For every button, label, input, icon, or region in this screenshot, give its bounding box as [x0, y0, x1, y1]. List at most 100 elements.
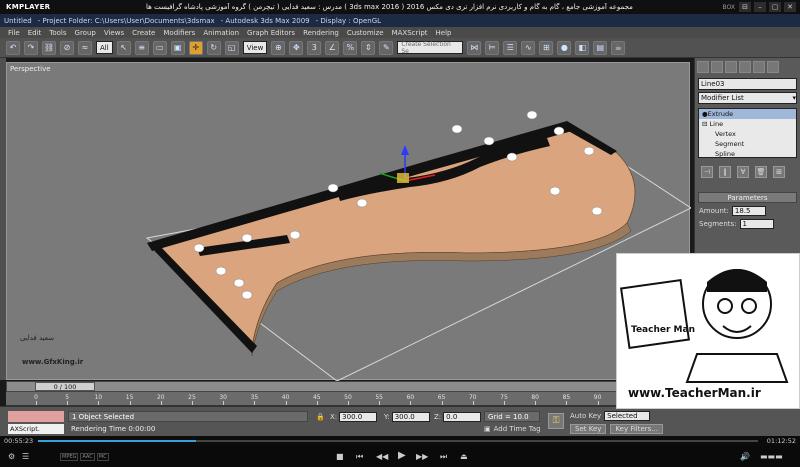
time-slider-handle[interactable]: 0 / 100 — [35, 382, 95, 391]
column[interactable] — [241, 290, 253, 300]
bind-space-warp-icon[interactable]: ≈ — [78, 40, 92, 55]
playlist-icon[interactable]: ☰ — [22, 452, 29, 461]
volume-icon[interactable]: 🔊 — [740, 452, 750, 461]
column[interactable] — [289, 230, 301, 240]
maxscript-mini-listener[interactable]: AXScript. — [8, 424, 64, 434]
spinner-snap-icon[interactable]: ⇕ — [361, 40, 376, 55]
hierarchy-tab-icon[interactable] — [725, 61, 737, 73]
select-manipulate-icon[interactable]: ✥ — [289, 40, 304, 55]
stack-item-extrude[interactable]: ● Extrude — [699, 109, 796, 119]
column[interactable] — [506, 152, 518, 162]
redo-icon[interactable]: ↷ — [24, 40, 38, 55]
unlink-icon[interactable]: ⊘ — [60, 40, 74, 55]
menu-modifiers[interactable]: Modifiers — [163, 29, 195, 37]
motion-tab-icon[interactable] — [739, 61, 751, 73]
collapse-icon[interactable]: ⊟ — [702, 120, 707, 128]
menu-views[interactable]: Views — [104, 29, 124, 37]
menu-customize[interactable]: Customize — [347, 29, 384, 37]
modifier-list-dropdown[interactable]: Modifier List ▾ — [698, 92, 797, 104]
scene-canvas[interactable] — [7, 63, 691, 381]
column[interactable] — [483, 136, 495, 146]
perspective-viewport[interactable]: Perspective — [6, 62, 691, 381]
lock-selection[interactable]: 🔒 — [316, 411, 325, 422]
stack-item-spline[interactable]: Spline — [699, 149, 796, 159]
column[interactable] — [553, 126, 565, 136]
set-key-icon[interactable]: ⚿ — [548, 413, 564, 429]
rewind-icon[interactable]: ◀◀ — [376, 452, 388, 461]
column[interactable] — [451, 124, 463, 134]
modify-tab-icon[interactable] — [711, 61, 723, 73]
close-icon[interactable]: ✕ — [784, 2, 796, 12]
curve-editor-icon[interactable]: ∿ — [521, 40, 536, 55]
make-unique-icon[interactable]: ∀ — [737, 166, 749, 178]
menu-group[interactable]: Group — [75, 29, 96, 37]
segments-spinner[interactable]: 1 — [739, 219, 774, 229]
named-selection-set-input[interactable]: Create Selection Se — [397, 41, 464, 55]
key-mode-dropdown[interactable]: Selected — [604, 411, 651, 421]
render-setup-icon[interactable]: ◧ — [575, 40, 590, 55]
lock-icon[interactable]: 🔒 — [316, 413, 325, 421]
mirror-icon[interactable]: ⋈ — [467, 40, 482, 55]
column[interactable] — [327, 183, 339, 193]
menu-create[interactable]: Create — [132, 29, 155, 37]
column[interactable] — [356, 198, 368, 208]
column[interactable] — [193, 243, 205, 253]
add-time-tag[interactable]: ▣ Add Time Tag — [484, 424, 541, 434]
layer-manager-icon[interactable]: ☰ — [503, 40, 518, 55]
previous-icon[interactable]: ⏮ — [356, 452, 363, 462]
x-coord-field[interactable]: 300.0 — [339, 411, 378, 422]
snap-toggle-icon[interactable]: 3 — [307, 40, 322, 55]
z-coord-field[interactable]: 0.0 — [443, 411, 482, 422]
percent-snap-icon[interactable]: % — [343, 40, 358, 55]
select-by-name-icon[interactable]: ≡ — [134, 40, 149, 55]
settings-icon[interactable]: ⚙ — [8, 452, 15, 461]
remove-modifier-icon[interactable]: 🗑 — [755, 166, 767, 178]
pin-icon[interactable]: ⊟ — [739, 2, 751, 12]
configure-modifier-sets-icon[interactable]: ⊞ — [773, 166, 785, 178]
box-label[interactable]: BOX — [723, 4, 739, 11]
menu-animation[interactable]: Animation — [203, 29, 239, 37]
menu-tools[interactable]: Tools — [49, 29, 66, 37]
create-tab-icon[interactable] — [697, 61, 709, 73]
volume-slider[interactable]: ▬▬▬ — [760, 452, 783, 461]
minimize-icon[interactable]: – — [754, 2, 766, 12]
schematic-view-icon[interactable]: ⊞ — [539, 40, 554, 55]
stack-item-line[interactable]: ⊟ Line — [699, 119, 796, 129]
menu-rendering[interactable]: Rendering — [303, 29, 339, 37]
extruded-floor[interactable] — [156, 122, 636, 349]
move-icon[interactable]: ✛ — [188, 40, 203, 55]
eject-icon[interactable]: ⏏ — [460, 452, 468, 461]
stack-item-segment[interactable]: Segment — [699, 139, 796, 149]
viewport-label[interactable]: Perspective — [10, 65, 51, 73]
quick-render-icon[interactable]: ☕ — [611, 40, 626, 55]
maxscript-listener-input[interactable] — [8, 411, 64, 422]
forward-icon[interactable]: ▶▶ — [416, 452, 428, 461]
parameters-rollout[interactable]: Parameters — [698, 192, 797, 203]
column[interactable] — [215, 266, 227, 276]
seek-bar[interactable] — [38, 440, 758, 442]
y-coord-field[interactable]: 300.0 — [391, 411, 430, 422]
menu-edit[interactable]: Edit — [28, 29, 42, 37]
time-slider[interactable]: 0 / 100 — [6, 381, 690, 392]
utilities-tab-icon[interactable] — [767, 61, 779, 73]
edit-named-selection-icon[interactable]: ✎ — [379, 40, 394, 55]
play-icon[interactable]: ▶ — [398, 450, 406, 461]
display-tab-icon[interactable] — [753, 61, 765, 73]
kmplayer-logo[interactable]: KMPLAYER — [0, 3, 56, 11]
column[interactable] — [591, 206, 603, 216]
show-end-result-icon[interactable]: ‖ — [719, 166, 731, 178]
menu-help[interactable]: Help — [436, 29, 452, 37]
auto-key-button[interactable]: Auto Key — [570, 412, 601, 420]
window-crossing-icon[interactable]: ▣ — [170, 40, 185, 55]
column[interactable] — [549, 186, 561, 196]
next-icon[interactable]: ⏭ — [440, 452, 447, 462]
column[interactable] — [526, 110, 538, 120]
link-icon[interactable]: ⛓ — [42, 40, 56, 55]
undo-icon[interactable]: ↶ — [6, 40, 20, 55]
menu-file[interactable]: File — [8, 29, 20, 37]
stack-item-vertex[interactable]: Vertex — [699, 129, 796, 139]
object-name-field[interactable]: Line03 — [698, 78, 797, 90]
rect-selection-icon[interactable]: ▭ — [152, 40, 167, 55]
set-key-button[interactable]: Set Key — [570, 424, 607, 434]
key-filters-button[interactable]: Key Filters... — [610, 424, 663, 434]
